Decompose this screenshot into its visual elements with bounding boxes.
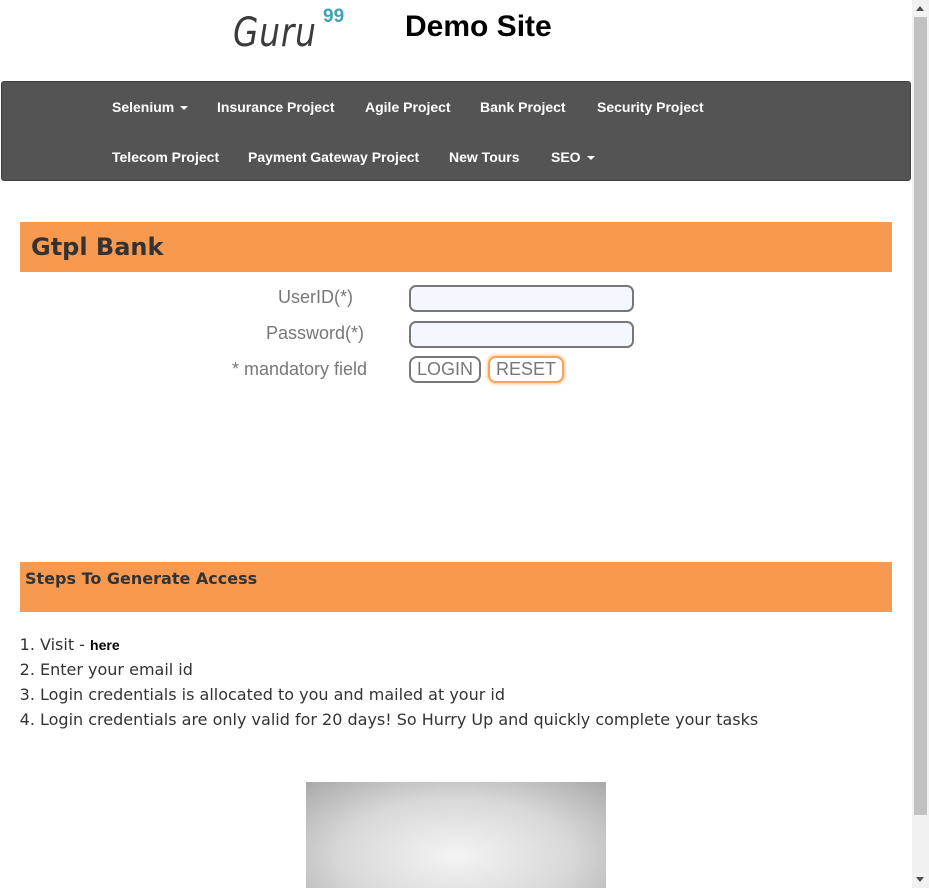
userid-input[interactable]	[409, 285, 634, 312]
bank-banner: Gtpl Bank	[20, 222, 892, 272]
userid-label: UserID(*)	[278, 287, 353, 307]
list-item: Login credentials are only valid for 20 …	[40, 707, 758, 732]
promo-image	[306, 782, 606, 888]
password-label: Password(*)	[266, 323, 365, 343]
nav-item-bank-project[interactable]: Bank Project	[480, 99, 566, 115]
bank-title: Gtpl Bank	[31, 233, 164, 261]
main-navbar: Selenium Insurance Project Agile Project…	[1, 81, 911, 181]
site-title: Demo Site	[405, 10, 552, 43]
steps-list: Visit - here Enter your email id Login c…	[40, 632, 758, 732]
mandatory-field-note: * mandatory field	[232, 359, 368, 379]
step-text: Visit -	[40, 635, 91, 654]
login-button[interactable]: LOGIN	[409, 356, 482, 383]
nav-item-payment-gateway-project[interactable]: Payment Gateway Project	[248, 149, 419, 165]
list-item: Enter your email id	[40, 657, 758, 682]
password-input[interactable]	[409, 321, 634, 348]
steps-banner: Steps To Generate Access	[20, 562, 892, 612]
nav-label: Selenium	[112, 99, 175, 115]
logo-text: Guru	[233, 10, 317, 56]
nav-item-new-tours[interactable]: New Tours	[449, 149, 520, 165]
nav-item-insurance-project[interactable]: Insurance Project	[217, 99, 335, 115]
nav-label: SEO	[551, 149, 581, 165]
reset-button[interactable]: RESET	[488, 356, 565, 383]
nav-item-seo[interactable]: SEO	[551, 149, 595, 165]
vertical-scrollbar[interactable]	[912, 0, 929, 888]
scrollbar-thumb[interactable]	[914, 17, 927, 815]
caret-down-icon	[586, 156, 595, 161]
list-item: Login credentials is allocated to you an…	[40, 682, 758, 707]
nav-item-telecom-project[interactable]: Telecom Project	[112, 149, 219, 165]
nav-item-agile-project[interactable]: Agile Project	[365, 99, 451, 115]
list-item: Visit - here	[40, 632, 758, 657]
caret-down-icon	[180, 106, 189, 111]
nav-item-security-project[interactable]: Security Project	[597, 99, 704, 115]
nav-item-selenium[interactable]: Selenium	[112, 99, 189, 115]
here-link[interactable]: here	[90, 637, 120, 653]
logo-superscript: 99	[323, 6, 345, 27]
steps-title: Steps To Generate Access	[25, 569, 258, 588]
scroll-down-arrow-icon[interactable]	[916, 877, 924, 882]
scroll-up-arrow-icon[interactable]	[916, 6, 924, 11]
